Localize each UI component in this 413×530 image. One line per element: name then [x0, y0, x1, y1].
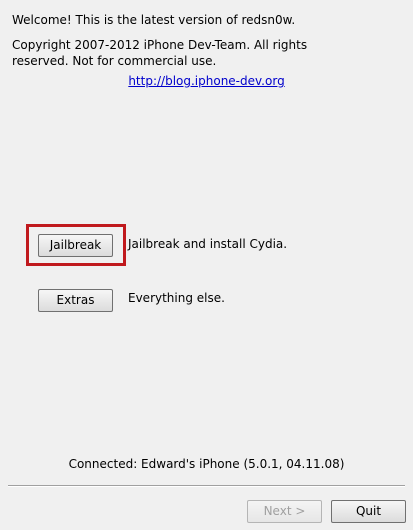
footer-divider: [8, 485, 405, 487]
copyright-text: Copyright 2007-2012 iPhone Dev-Team. All…: [12, 38, 308, 68]
connection-status: Connected: Edward's iPhone (5.0.1, 04.11…: [68, 457, 345, 471]
redsn0w-window: Welcome! This is the latest version of r…: [0, 0, 413, 530]
extras-description: Everything else.: [128, 291, 225, 305]
blog-link[interactable]: http://blog.iphone-dev.org: [0, 73, 413, 89]
welcome-text: Welcome! This is the latest version of r…: [12, 13, 296, 27]
jailbreak-description: Jailbreak and install Cydia.: [128, 237, 288, 251]
quit-button[interactable]: Quit: [331, 500, 406, 523]
extras-button[interactable]: Extras: [38, 289, 113, 312]
jailbreak-button[interactable]: Jailbreak: [38, 234, 113, 257]
next-button[interactable]: Next >: [247, 500, 322, 523]
